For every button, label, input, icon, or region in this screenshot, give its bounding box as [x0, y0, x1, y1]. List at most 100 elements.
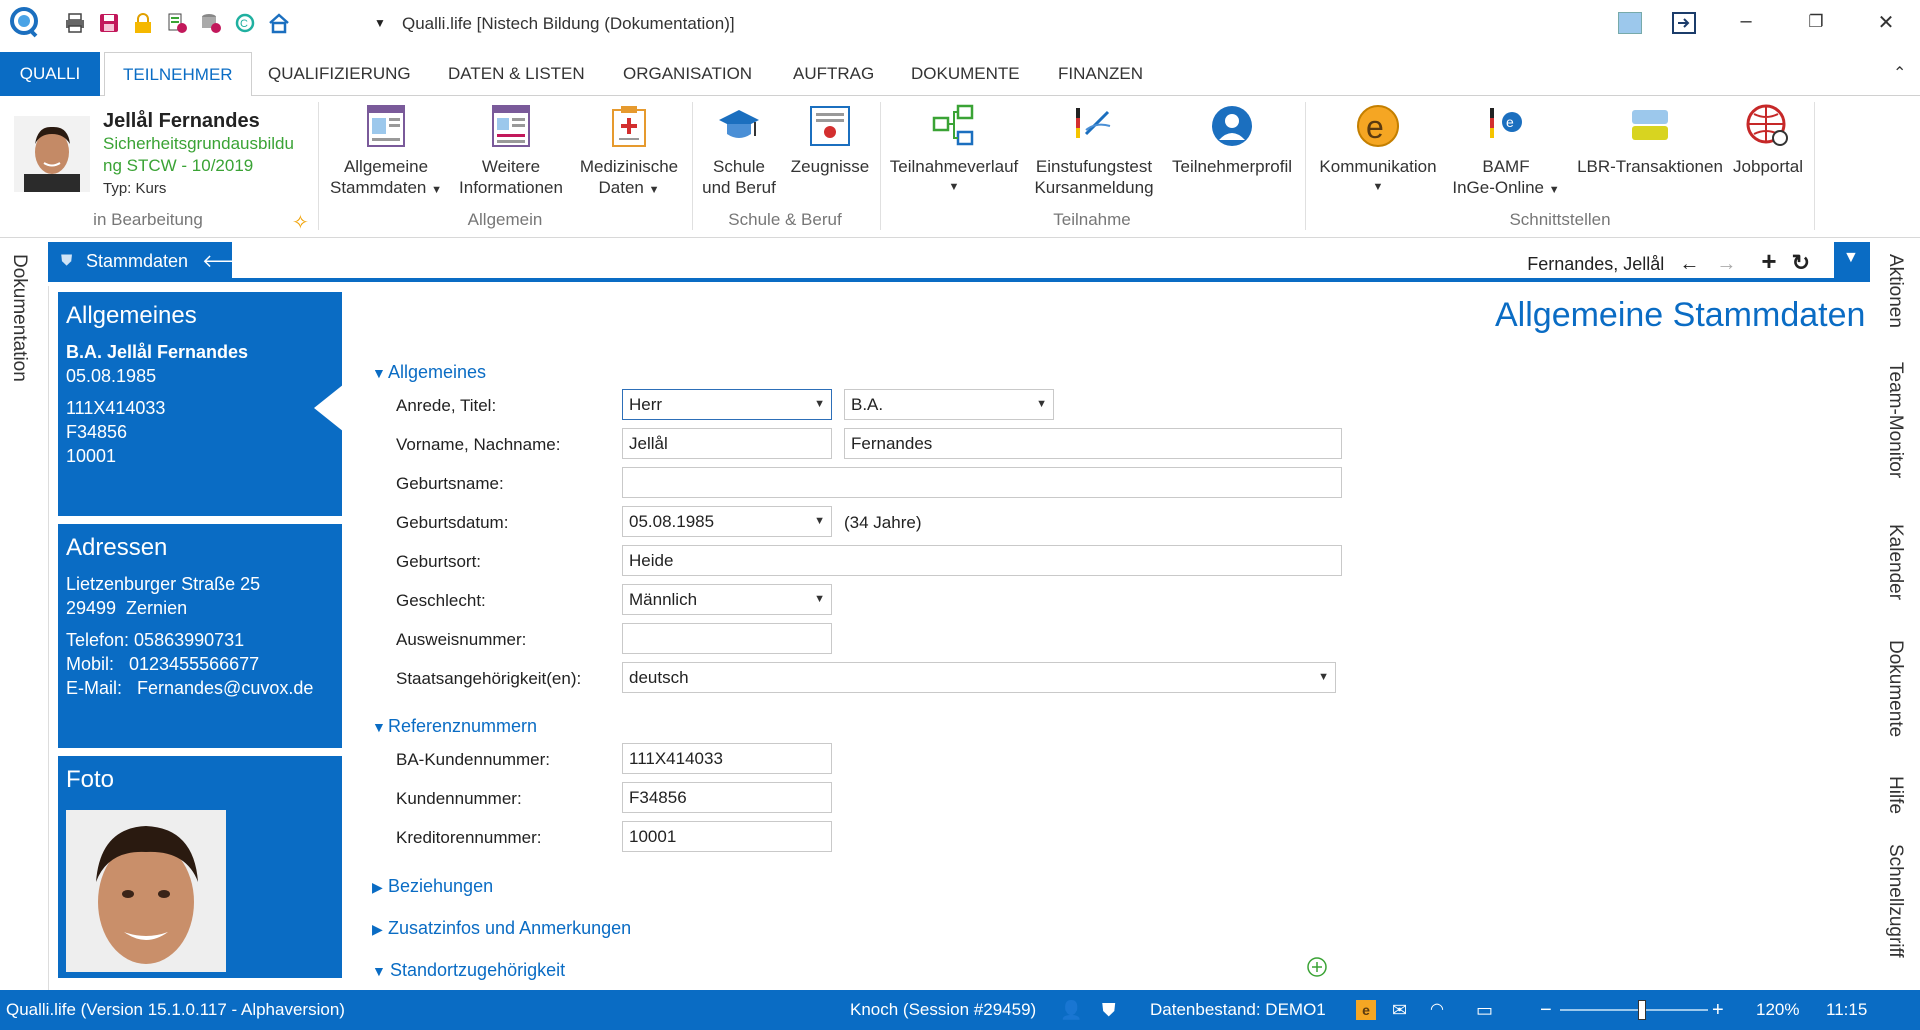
database-run-icon[interactable]: [200, 12, 222, 34]
card-foto[interactable]: Foto: [58, 756, 342, 978]
zoom-slider[interactable]: − +: [1540, 990, 1726, 1030]
profile-course-line2[interactable]: ng STCW - 10/2019: [103, 156, 253, 176]
medical-clipboard-icon: [607, 104, 651, 148]
print-icon[interactable]: [64, 12, 86, 34]
anrede-select[interactable]: Herr ▼: [622, 389, 832, 420]
tab-finanzen[interactable]: FINANZEN: [1040, 52, 1161, 96]
card-adressen[interactable]: Adressen Lietzenburger Straße 25 29499 Z…: [58, 524, 342, 748]
section-standort[interactable]: ▼ Standortzugehörigkeit: [372, 960, 565, 981]
refresh-c-icon[interactable]: C: [234, 12, 256, 34]
mail-icon[interactable]: ✉: [1392, 990, 1407, 1030]
profile-course-line1[interactable]: Sicherheitsgrundausbildu: [103, 134, 294, 154]
lbr-transaktionen-button[interactable]: LBR-Transaktionen: [1568, 104, 1732, 177]
layout-icon[interactable]: [1618, 12, 1642, 34]
einstufungstest-button[interactable]: Einstufungstest Kursanmeldung: [1030, 104, 1158, 198]
geschlecht-select[interactable]: Männlich ▼: [622, 584, 832, 615]
nav-back-icon[interactable]: ←: [1679, 253, 1699, 275]
bamf-inge-online-button[interactable]: e BAMF InGe-Online ▼: [1444, 104, 1568, 201]
tab-qualifizierung[interactable]: QUALIFIZIERUNG: [250, 52, 429, 96]
teilnehmerprofil-button[interactable]: Teilnehmerprofil: [1164, 104, 1300, 177]
magic-wand-icon[interactable]: ✧: [292, 210, 309, 235]
group-label-teilnahme: Teilnahme: [1053, 210, 1131, 229]
vorname-input[interactable]: Jellål: [622, 428, 832, 459]
lbr-icon: [1628, 104, 1672, 148]
tab-dokumente[interactable]: DOKUMENTE: [893, 52, 1038, 96]
layout-icon[interactable]: ▭: [1476, 990, 1493, 1030]
nav-forward-icon[interactable]: →: [1716, 253, 1736, 275]
kreditorennummer-input[interactable]: 10001: [622, 821, 832, 852]
collapse-ribbon-button[interactable]: ⌃: [1875, 52, 1920, 96]
close-button[interactable]: ✕: [1866, 10, 1906, 35]
age-text: (34 Jahre): [844, 513, 922, 532]
user-icon[interactable]: 👤: [1060, 990, 1082, 1030]
staat-select[interactable]: deutsch ▼: [622, 662, 1336, 693]
minimize-button[interactable]: –: [1726, 10, 1766, 33]
zoom-in-icon[interactable]: +: [1712, 990, 1724, 1030]
save-icon[interactable]: [98, 12, 120, 34]
weitere-informationen-button[interactable]: Weitere Informationen: [452, 104, 570, 198]
nachname-input[interactable]: Fernandes: [844, 428, 1342, 459]
tab-auftrag[interactable]: AUFTRAG: [775, 52, 892, 96]
add-circle-icon[interactable]: [1306, 956, 1328, 978]
refresh-icon[interactable]: ↻: [1792, 250, 1810, 275]
sidebar-dokumente[interactable]: Dokumente: [1884, 640, 1906, 737]
zeugnisse-button[interactable]: Zeugnisse: [782, 104, 878, 177]
card-ba: 111X414033: [66, 398, 166, 418]
sidebar-kalender[interactable]: Kalender: [1884, 524, 1906, 600]
globe-link-icon: [1746, 104, 1790, 148]
allgemeine-stammdaten-button[interactable]: Allgemeine Stammdaten ▼: [326, 104, 446, 201]
add-icon[interactable]: +: [1761, 246, 1776, 276]
kundennummer-input[interactable]: F34856: [622, 782, 832, 813]
section-allgemeines[interactable]: ▼ Allgemeines: [372, 362, 486, 383]
zoom-thumb[interactable]: [1638, 1000, 1646, 1020]
geburtsname-input[interactable]: [622, 467, 1342, 498]
ba-kundennummer-input[interactable]: 111X414033: [622, 743, 832, 774]
card-allgemeines[interactable]: Allgemeines B.A. Jellål Fernandes 05.08.…: [58, 292, 342, 516]
section-zusatzinfos[interactable]: ▶ Zusatzinfos und Anmerkungen: [372, 918, 631, 939]
triangle-down-icon: ▼: [372, 365, 386, 381]
report-run-icon[interactable]: [166, 12, 188, 34]
section-referenznummern[interactable]: ▼ Referenznummern: [372, 716, 537, 737]
datenbestand-text: Datenbestand: DEMO1: [1150, 1000, 1326, 1019]
tab-stammdaten[interactable]: ⛊ Stammdaten 🡐: [48, 242, 250, 280]
teilnahmeverlauf-button[interactable]: Teilnahmeverlauf ▼: [884, 104, 1024, 198]
home-icon[interactable]: [268, 12, 290, 34]
app-logo-icon[interactable]: [8, 6, 40, 38]
label-name: Vorname, Nachname:: [396, 435, 561, 454]
ausweis-input[interactable]: [622, 623, 832, 654]
jobportal-button[interactable]: Jobportal: [1728, 104, 1808, 177]
quick-access-dropdown-icon[interactable]: ▼: [374, 16, 396, 38]
kommunikation-button[interactable]: e Kommunikation ▼: [1310, 104, 1446, 198]
sidebar-schnellzugriff[interactable]: Schnellzugriff: [1884, 844, 1906, 958]
wifi-icon[interactable]: ◠: [1430, 990, 1444, 1030]
sidebar-dokumentation[interactable]: Dokumentation: [8, 254, 30, 382]
schule-und-beruf-button[interactable]: Schule und Beruf: [696, 104, 782, 198]
sidebar-aktionen[interactable]: Aktionen: [1884, 254, 1906, 328]
zoom-out-icon[interactable]: −: [1540, 990, 1552, 1030]
card-title: Foto: [66, 766, 115, 793]
card-kred: 10001: [66, 446, 117, 466]
section-beziehungen[interactable]: ▶ Beziehungen: [372, 876, 493, 897]
back-arrow-icon[interactable]: 🡐: [202, 242, 250, 280]
titel-select[interactable]: B.A. ▼: [844, 389, 1054, 420]
zoom-level[interactable]: 120%: [1756, 990, 1799, 1030]
zoom-track[interactable]: [1560, 1009, 1708, 1011]
restore-button[interactable]: ❐: [1796, 12, 1836, 32]
shield-icon: ⛊: [61, 252, 73, 269]
medizinische-daten-button[interactable]: Medizinische Daten ▼: [574, 104, 684, 201]
card-city: 29499 Zernien: [66, 598, 188, 618]
tab-organisation[interactable]: ORGANISATION: [605, 52, 770, 96]
sidebar-hilfe[interactable]: Hilfe: [1884, 776, 1906, 814]
status-email-icon[interactable]: e: [1356, 1000, 1376, 1020]
tab-teilnehmer[interactable]: TEILNEHMER: [104, 52, 252, 97]
tab-daten-listen[interactable]: DATEN & LISTEN: [430, 52, 603, 96]
tab-dropdown-button[interactable]: ▼: [1834, 242, 1870, 280]
label-ausweis: Ausweisnummer:: [396, 630, 527, 649]
lock-icon[interactable]: [132, 12, 154, 34]
exit-icon[interactable]: [1672, 12, 1696, 34]
tab-qualli[interactable]: QUALLI: [0, 52, 100, 96]
sidebar-team-monitor[interactable]: Team-Monitor: [1884, 362, 1906, 478]
shield-check-icon[interactable]: ⛊: [1102, 990, 1116, 1030]
geburtsort-input[interactable]: Heide: [622, 545, 1342, 576]
geburtsdatum-picker[interactable]: 05.08.1985 ▼: [622, 506, 832, 537]
